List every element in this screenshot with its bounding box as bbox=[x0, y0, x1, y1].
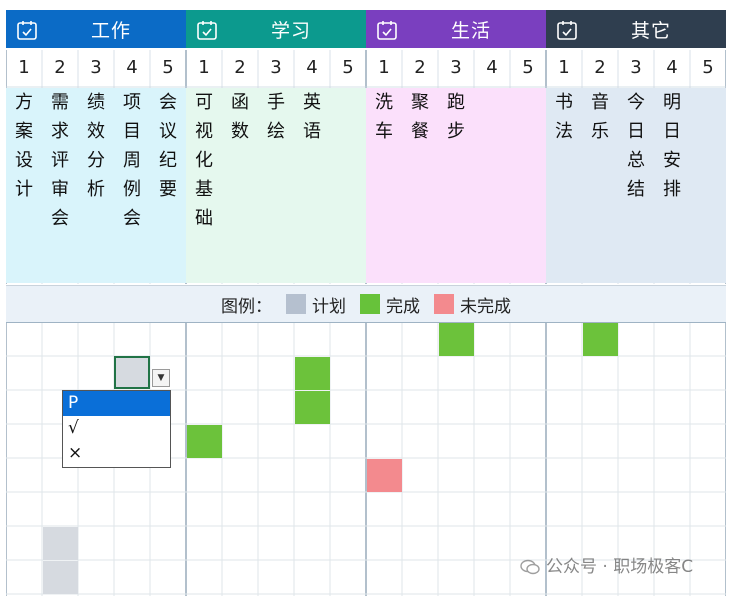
schedule-sheet: 工作 学习 生活 其它 1 2 3 4 5 1 2 3 4 5 1 2 3 4 5 1 2 3 4 5 方 案 设 计需 求… bbox=[0, 0, 735, 596]
calendar-check-icon bbox=[17, 21, 37, 40]
legend-swatch-undone bbox=[434, 294, 454, 314]
category-title: 学习 bbox=[270, 19, 311, 42]
legend-swatch-done bbox=[360, 294, 380, 314]
dropdown-button[interactable]: ▼ bbox=[152, 369, 170, 387]
category-header: 其它 bbox=[546, 10, 726, 48]
category-title: 其它 bbox=[630, 19, 671, 42]
column-number: 5 bbox=[342, 57, 354, 78]
status-cell-done[interactable] bbox=[295, 391, 330, 424]
status-cell-done[interactable] bbox=[583, 323, 618, 356]
legend-plan-label: 计划 bbox=[312, 296, 346, 317]
column-number: 3 bbox=[90, 57, 102, 78]
task-label: 书 法 bbox=[546, 88, 582, 283]
column-number: 3 bbox=[450, 57, 462, 78]
watermark-text: 公众号 · 职场极客C bbox=[546, 557, 694, 577]
legend-done-label: 完成 bbox=[386, 296, 420, 317]
task-label: 方 案 设 计 bbox=[6, 88, 42, 283]
column-number: 4 bbox=[126, 57, 138, 78]
legend-swatch-plan bbox=[286, 294, 306, 314]
column-number: 2 bbox=[234, 57, 246, 78]
column-number: 1 bbox=[378, 57, 390, 78]
category-title: 工作 bbox=[90, 19, 131, 42]
task-label bbox=[474, 88, 510, 283]
status-cell-done[interactable] bbox=[187, 425, 222, 458]
task-label bbox=[690, 88, 726, 283]
dropdown-list[interactable]: P √ × bbox=[62, 390, 171, 468]
column-number: 3 bbox=[630, 57, 642, 78]
task-label: 明 日 安 排 bbox=[654, 88, 690, 283]
status-cell-undone[interactable] bbox=[367, 459, 402, 492]
task-label: 可 视 化 基 础 bbox=[186, 88, 222, 283]
status-cell-done[interactable] bbox=[439, 323, 474, 356]
category-title: 生活 bbox=[450, 19, 491, 42]
category-header: 生活 bbox=[366, 10, 546, 48]
task-label: 英 语 bbox=[294, 88, 330, 283]
column-number: 5 bbox=[162, 57, 174, 78]
watermark: 公众号 · 职场极客C bbox=[520, 552, 693, 577]
status-cell-done[interactable] bbox=[295, 357, 330, 390]
column-number: 4 bbox=[666, 57, 678, 78]
task-label: 今 日 总 结 bbox=[618, 88, 654, 283]
task-label: 音 乐 bbox=[582, 88, 618, 283]
legend: 图例： 计划 完成 未完成 bbox=[6, 285, 726, 323]
legend-label: 图例： bbox=[221, 296, 272, 317]
column-number: 1 bbox=[198, 57, 210, 78]
column-number: 4 bbox=[306, 57, 318, 78]
calendar-check-icon bbox=[197, 21, 217, 40]
category-header: 工作 bbox=[6, 10, 186, 48]
task-label bbox=[510, 88, 546, 283]
chevron-down-icon: ▼ bbox=[157, 373, 165, 383]
column-number: 2 bbox=[54, 57, 66, 78]
column-number: 5 bbox=[522, 57, 534, 78]
dropdown-option[interactable]: P bbox=[63, 391, 170, 416]
task-label bbox=[330, 88, 366, 283]
task-label: 函 数 bbox=[222, 88, 258, 283]
task-label: 跑 步 bbox=[438, 88, 474, 283]
column-number: 1 bbox=[558, 57, 570, 78]
category-header: 学习 bbox=[186, 10, 366, 48]
column-number: 4 bbox=[486, 57, 498, 78]
number-row: 1 2 3 4 5 bbox=[366, 50, 546, 86]
number-row: 1 2 3 4 5 bbox=[186, 50, 366, 86]
number-row: 1 2 3 4 5 bbox=[546, 50, 726, 86]
task-label: 聚 餐 bbox=[402, 88, 438, 283]
column-number: 2 bbox=[414, 57, 426, 78]
wechat-icon bbox=[520, 559, 540, 575]
column-number: 3 bbox=[270, 57, 282, 78]
task-label: 绩 效 分 析 bbox=[78, 88, 114, 283]
task-label: 手 绘 bbox=[258, 88, 294, 283]
selected-cell[interactable] bbox=[114, 356, 150, 389]
dropdown-option[interactable]: √ bbox=[63, 416, 170, 441]
status-cell-plan[interactable] bbox=[43, 561, 78, 594]
number-row: 1 2 3 4 5 bbox=[6, 50, 186, 86]
task-label: 洗 车 bbox=[366, 88, 402, 283]
calendar-check-icon bbox=[557, 21, 577, 40]
task-label: 需 求 评 审 会 bbox=[42, 88, 78, 283]
legend-undone-label: 未完成 bbox=[460, 296, 511, 317]
column-number: 1 bbox=[18, 57, 30, 78]
task-label: 项 目 周 例 会 bbox=[114, 88, 150, 283]
status-cell-plan[interactable] bbox=[43, 527, 78, 560]
column-number: 2 bbox=[594, 57, 606, 78]
dropdown-option[interactable]: × bbox=[63, 441, 170, 466]
task-label: 会 议 纪 要 bbox=[150, 88, 186, 283]
calendar-check-icon bbox=[377, 21, 397, 40]
column-number: 5 bbox=[702, 57, 714, 78]
